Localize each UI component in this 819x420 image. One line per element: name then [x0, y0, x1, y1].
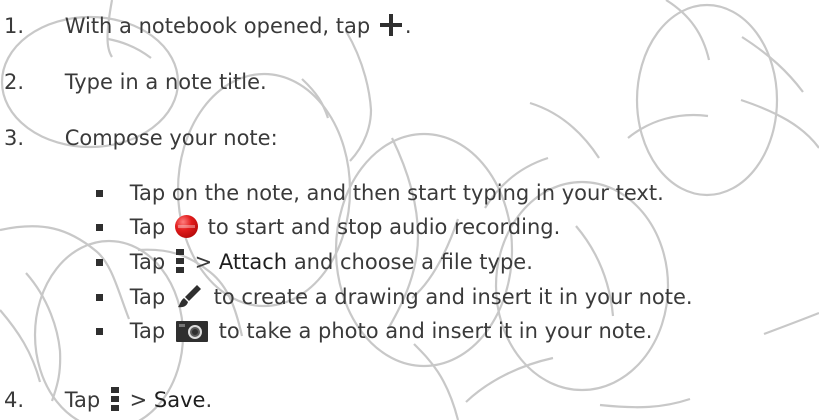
bullet-marker	[96, 224, 103, 231]
camera-icon	[175, 321, 208, 342]
bullet-marker	[96, 190, 103, 197]
record-icon	[174, 215, 198, 238]
bullet-typing: Tap on the note, and then start typing i…	[96, 179, 664, 207]
bullet-photo: Tap to take a photo and insert it in you…	[96, 317, 652, 345]
attach-action: Attach	[218, 250, 288, 274]
bullet-marker	[96, 259, 103, 266]
plus-icon	[379, 13, 403, 37]
bullet-text-end: and choose a file type.	[293, 250, 533, 274]
step-4: 4. Tap > Save.	[4, 386, 212, 414]
bullet-text-start: Tap	[129, 215, 166, 239]
separator: >	[194, 250, 213, 274]
step-text: Type in a note title.	[64, 70, 267, 94]
bullet-text-end: to create a drawing and insert it in you…	[213, 285, 693, 309]
step-text: Compose your note:	[64, 126, 278, 150]
save-action: Save	[153, 388, 206, 412]
bullet-text-end: to start and stop audio recording.	[207, 215, 561, 239]
bullet-text-start: Tap	[129, 285, 166, 309]
menu-icon	[110, 387, 119, 411]
step-number: 3.	[4, 126, 25, 150]
separator: >	[129, 388, 148, 412]
bullet-marker	[96, 328, 103, 335]
bullet-drawing: Tap to create a drawing and insert it in…	[96, 283, 693, 311]
bullet-text-start: Tap	[129, 319, 166, 343]
instruction-content: 1. With a notebook opened, tap . 2. Type…	[0, 0, 819, 420]
step-text-end: .	[205, 388, 213, 412]
bullet-marker	[96, 294, 103, 301]
bullet-audio-recording: Tap to start and stop audio recording.	[96, 213, 560, 241]
step-text-end: .	[404, 14, 412, 38]
bullet-attach: Tap > Attach and choose a file type.	[96, 248, 533, 276]
step-number: 4.	[4, 388, 25, 412]
bullet-text: Tap on the note, and then start typing i…	[129, 181, 664, 205]
menu-icon	[175, 249, 184, 273]
step-1: 1. With a notebook opened, tap .	[4, 12, 412, 40]
step-3: 3. Compose your note:	[4, 124, 278, 152]
bullet-text-end: to take a photo and insert it in your no…	[218, 319, 653, 343]
step-2: 2. Type in a note title.	[4, 68, 267, 96]
step-number: 1.	[4, 14, 25, 38]
step-text-start: Tap	[64, 388, 101, 412]
step-text: With a notebook opened, tap	[64, 14, 371, 38]
bullet-text-start: Tap	[129, 250, 166, 274]
step-number: 2.	[4, 70, 25, 94]
brush-icon	[177, 285, 201, 308]
